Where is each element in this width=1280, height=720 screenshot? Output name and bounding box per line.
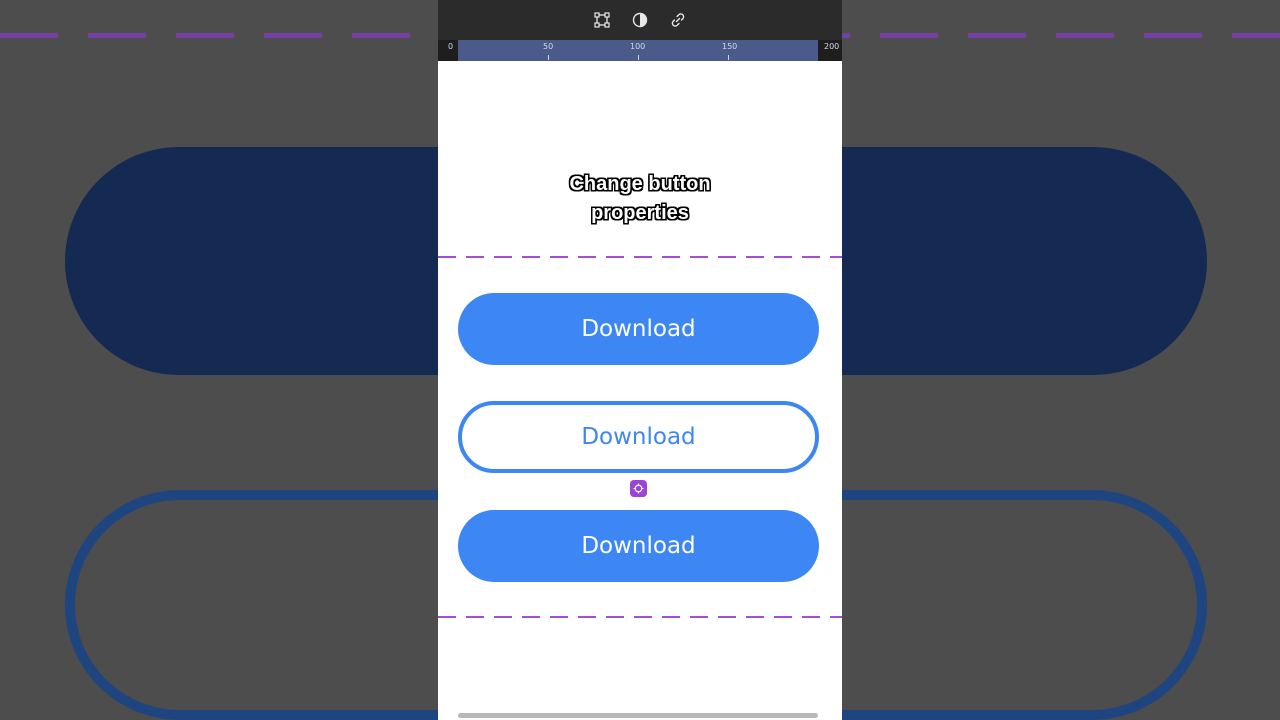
ruler: 0 50 100 150 200 [438,40,842,61]
link-icon[interactable] [670,12,686,28]
ruler-label: 150 [722,42,738,51]
download-button-outline[interactable]: Download [458,401,819,473]
download-button-filled[interactable]: Download [458,293,819,365]
contrast-icon[interactable] [632,12,648,28]
spacing-handle[interactable] [630,480,647,497]
bottom-guide-line [438,616,842,618]
phone-screen: 0 50 100 150 200 Change button propertie… [438,0,842,720]
ruler-label: 200 [824,42,840,51]
ruler-label: 100 [630,42,646,51]
frame-select-icon[interactable] [594,12,610,28]
top-guide-line [438,256,842,258]
ruler-tick [548,55,549,60]
ruler-label: 50 [543,42,554,51]
crosshair-icon [633,483,644,494]
video-caption: Change button properties [438,170,842,228]
caption-line: properties [591,202,689,224]
ruler-tick [638,55,639,60]
top-toolbar [438,0,842,40]
home-indicator[interactable] [458,713,818,718]
ruler-label: 0 [448,42,454,51]
caption-line: Change button [569,173,711,195]
download-button-filled-second[interactable]: Download [458,510,819,582]
ruler-tick [728,55,729,60]
